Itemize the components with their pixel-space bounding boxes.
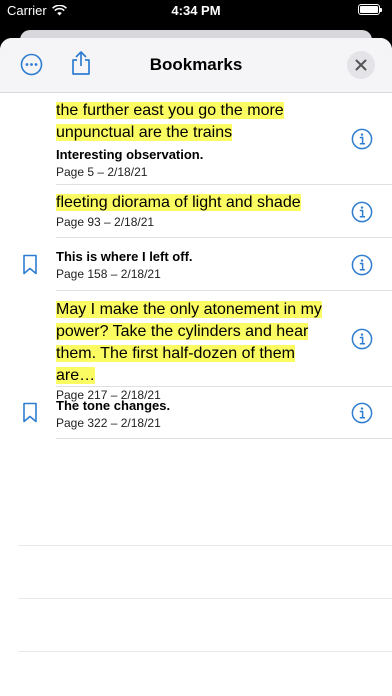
bookmarks-sheet: Bookmarks the further east you go the mo…	[0, 38, 392, 696]
bookmark-highlight-text: May I make the only atonement in my powe…	[56, 301, 322, 384]
bookmark-meta: Page 322 – 2/18/21	[56, 416, 161, 430]
bookmarks-list: the further east you go the more unpunct…	[0, 93, 392, 652]
info-circle-icon[interactable]	[351, 328, 373, 350]
info-circle-icon[interactable]	[351, 402, 373, 424]
empty-row-divider	[18, 598, 392, 599]
list-item[interactable]: fleeting diorama of light and shade Page…	[0, 185, 392, 238]
bookmark-note: The tone changes.	[56, 398, 171, 413]
row-divider	[56, 438, 392, 439]
info-circle-icon[interactable]	[351, 254, 373, 276]
bookmark-meta: Page 93 – 2/18/21	[56, 215, 155, 229]
bookmark-note: This is where I left off.	[56, 249, 193, 264]
list-item[interactable]: The tone changes. Page 322 – 2/18/21	[0, 387, 392, 439]
info-circle-icon[interactable]	[351, 201, 373, 223]
empty-row-divider	[18, 545, 392, 546]
empty-row-divider	[18, 651, 392, 652]
bookmark-icon	[23, 254, 37, 275]
bookmark-note: Interesting observation.	[56, 147, 204, 162]
page-title: Bookmarks	[149, 55, 243, 74]
status-bar: Carrier 4:34 PM	[0, 0, 392, 22]
list-item[interactable]: the further east you go the more unpunct…	[0, 93, 392, 185]
close-button[interactable]	[347, 51, 375, 79]
list-item[interactable]: This is where I left off. Page 158 – 2/1…	[0, 238, 392, 291]
list-item[interactable]: May I make the only atonement in my powe…	[0, 291, 392, 402]
nav-bar: Bookmarks	[0, 38, 392, 93]
status-time: 4:34 PM	[171, 3, 221, 18]
bookmark-highlight-text: the further east you go the more unpunct…	[56, 102, 284, 141]
battery-icon	[358, 4, 382, 15]
bookmark-meta: Page 158 – 2/18/21	[56, 267, 161, 281]
info-circle-icon[interactable]	[351, 128, 373, 150]
bookmark-meta: Page 5 – 2/18/21	[56, 165, 148, 179]
bookmark-icon	[23, 402, 37, 423]
bookmark-highlight-text: fleeting diorama of light and shade	[56, 194, 301, 211]
close-icon	[355, 59, 367, 71]
